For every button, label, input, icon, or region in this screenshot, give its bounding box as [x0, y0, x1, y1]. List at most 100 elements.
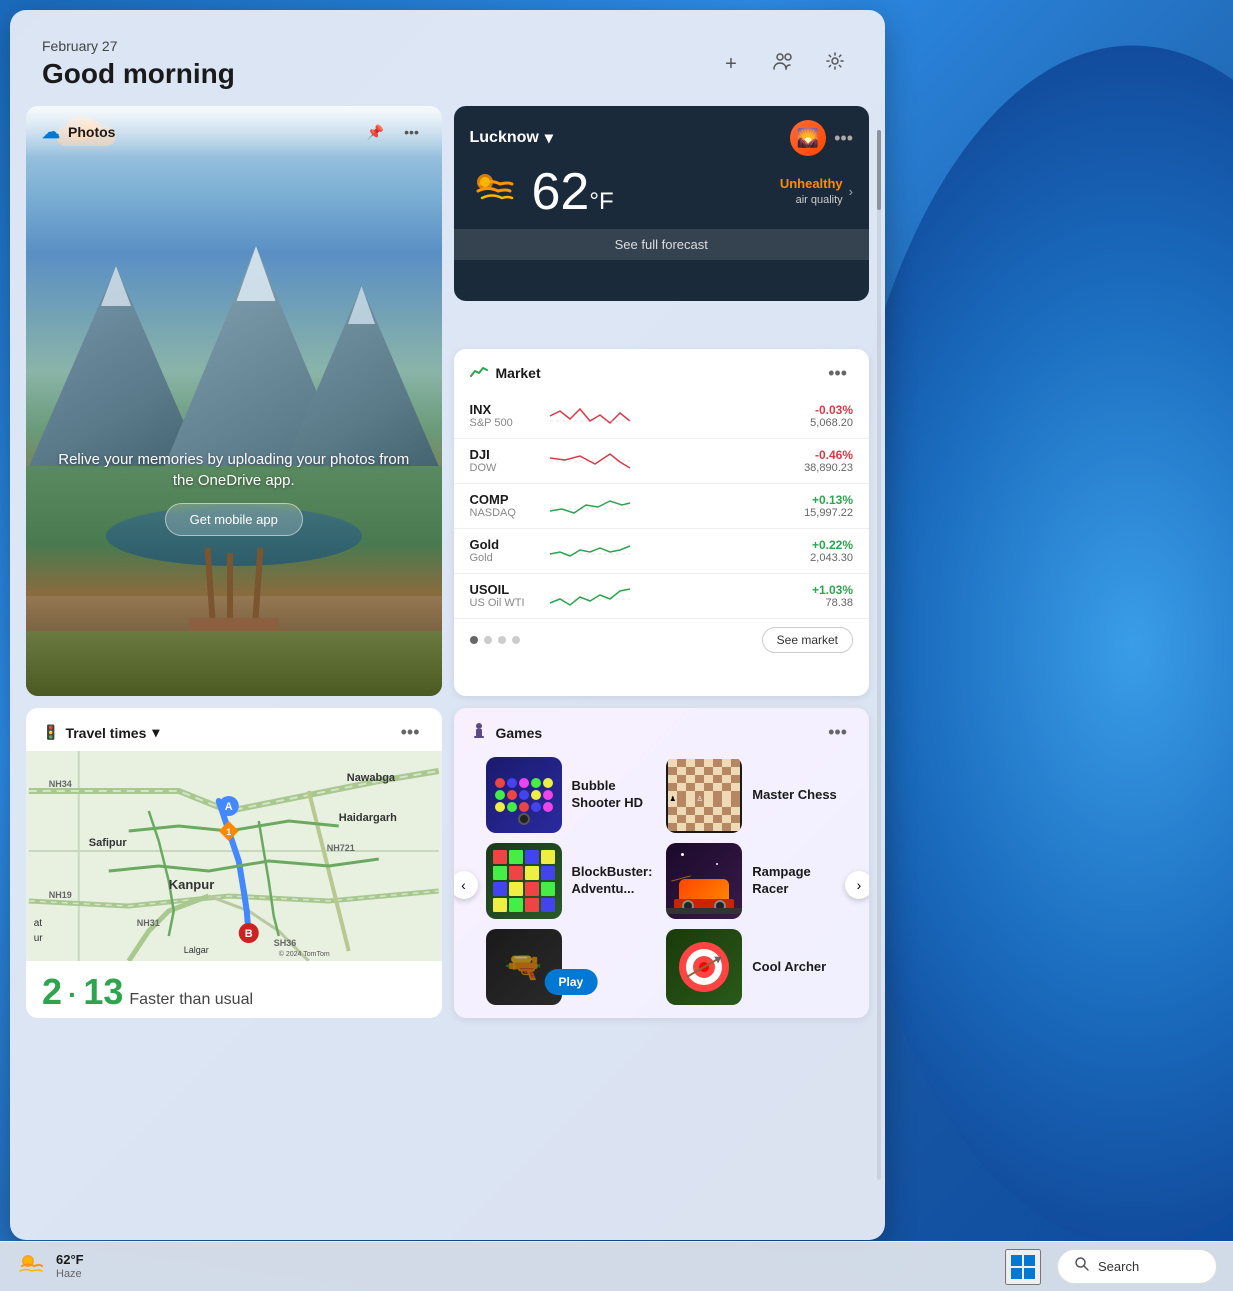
photos-more-button[interactable]: •••: [398, 118, 426, 146]
stock-row-comp[interactable]: COMP NASDAQ +0.13% 15,997.22: [454, 484, 870, 529]
game-item-archer[interactable]: Cool Archer: [666, 929, 837, 1005]
market-more-button[interactable]: •••: [822, 361, 853, 386]
taskbar: 62°F Haze Search: [0, 1241, 1233, 1291]
add-icon: +: [725, 53, 737, 76]
traffic-icon: 🚦: [42, 724, 59, 741]
panel-scrollbar[interactable]: [877, 130, 881, 1180]
weather-temp-section: 62°F: [532, 166, 614, 218]
game-item-racer[interactable]: Rampage Racer: [666, 843, 837, 919]
stock-usoil-chart: [550, 581, 764, 611]
travel-chevron-icon: ▾: [152, 724, 159, 741]
stock-inx-chart: [550, 401, 764, 431]
snow-3: [339, 286, 384, 324]
weather-header: Lucknow ▾ 🌄 •••: [454, 106, 870, 164]
svg-text:NH721: NH721: [327, 843, 355, 853]
dock-leg-left: [204, 548, 215, 618]
taskbar-weather[interactable]: 62°F Haze: [16, 1249, 84, 1284]
stock-row-dji[interactable]: DJI DOW -0.46% 38,890.23: [454, 439, 870, 484]
svg-text:© 2024 TomTom: © 2024 TomTom: [279, 950, 330, 958]
svg-text:NH31: NH31: [137, 918, 160, 928]
game-play-button[interactable]: Play: [545, 969, 598, 995]
search-icon: [1074, 1256, 1090, 1277]
svg-text:Safipur: Safipur: [89, 837, 128, 849]
stock-gold-change: +0.22% 2,043.30: [763, 538, 853, 564]
stock-row-inx[interactable]: INX S&P 500 -0.03% 5,068.20: [454, 394, 870, 439]
svg-text:B: B: [245, 928, 253, 940]
svg-text:Nawabga: Nawabga: [347, 772, 396, 784]
photos-title: ☁ Photos: [42, 122, 115, 143]
dock-leg-right: [252, 548, 263, 618]
travel-title[interactable]: 🚦 Travel times ▾: [42, 724, 159, 741]
stock-inx-change: -0.03% 5,068.20: [763, 403, 853, 429]
weather-location[interactable]: Lucknow ▾: [470, 128, 553, 148]
travel-widget: 🚦 Travel times ▾ •••: [26, 708, 442, 1018]
play-button-container: Play: [545, 969, 598, 995]
stock-usoil-change: +1.03% 78.38: [763, 583, 853, 609]
game-thumb-bubble: [486, 757, 562, 833]
market-title-label: Market: [496, 365, 541, 381]
foreground-grass: [26, 631, 442, 696]
games-title: Games: [470, 722, 543, 743]
market-dot-3: [498, 636, 506, 644]
see-market-button[interactable]: See market: [762, 627, 853, 653]
weather-location-name: Lucknow: [470, 129, 539, 147]
game-name-archer: Cool Archer: [752, 959, 826, 976]
game-thumb-archer: [666, 929, 742, 1005]
greeting-section: February 27 Good morning: [42, 38, 235, 90]
games-next-button[interactable]: ›: [845, 871, 869, 899]
search-bar[interactable]: Search: [1057, 1249, 1217, 1284]
svg-text:at: at: [34, 918, 43, 929]
stock-row-gold[interactable]: Gold Gold +0.22% 2,043.30: [454, 529, 870, 574]
stock-dji-chart: [550, 446, 764, 476]
market-dots: [470, 636, 520, 644]
photos-actions: 📌 •••: [362, 118, 426, 146]
onedrive-icon: ☁: [42, 122, 60, 143]
game-name-chess: Master Chess: [752, 787, 837, 804]
taskbar-weather-icon: [16, 1249, 48, 1284]
market-dot-2: [484, 636, 492, 644]
game-item-blockbuster[interactable]: BlockBuster: Adventu...: [486, 843, 657, 919]
stock-dji-name: DJI DOW: [470, 447, 550, 474]
weather-main: 62°F Unhealthy air quality ›: [454, 164, 870, 229]
weather-aqi[interactable]: Unhealthy air quality ›: [780, 176, 853, 207]
games-header: Games •••: [454, 708, 870, 753]
market-footer: See market: [454, 619, 870, 661]
add-button[interactable]: +: [713, 46, 749, 82]
game-thumb-racer: [666, 843, 742, 919]
travel-more-button[interactable]: •••: [395, 720, 426, 745]
user-avatar: 🌄: [790, 120, 826, 156]
travel-minutes: 13: [83, 971, 123, 1013]
game-item-play[interactable]: 🔫 Play: [486, 929, 657, 1005]
panel-header: February 27 Good morning +: [10, 10, 885, 106]
weather-more-button[interactable]: •••: [834, 128, 853, 149]
stock-row-usoil[interactable]: USOIL US Oil WTI +1.03% 78.38: [454, 574, 870, 619]
settings-button[interactable]: [817, 46, 853, 82]
market-title: Market: [470, 364, 541, 383]
get-app-button[interactable]: Get mobile app: [165, 503, 303, 536]
game-item-bubble[interactable]: Bubble Shooter HD: [486, 757, 657, 833]
stock-gold-chart: [550, 536, 764, 566]
game-name-blockbuster: BlockBuster: Adventu...: [572, 864, 657, 898]
game-item-chess[interactable]: ♟♙ Master Chess: [666, 757, 837, 833]
profile-button[interactable]: [765, 46, 801, 82]
weather-aqi-text: Unhealthy air quality: [780, 176, 843, 207]
games-widget: Games ••• ‹ ›: [454, 708, 870, 1018]
games-icon: [470, 722, 488, 743]
photos-overlay-section: Relive your memories by uploading your p…: [26, 449, 442, 536]
stock-inx-name: INX S&P 500: [470, 402, 550, 429]
games-more-button[interactable]: •••: [822, 720, 853, 745]
travel-info: 2 · 13 Faster than usual: [26, 961, 442, 1018]
market-widget: Market ••• INX S&P 500 -0.03%: [454, 349, 870, 697]
settings-icon: [825, 51, 845, 77]
taskbar-weather-info: 62°F Haze: [56, 1252, 84, 1281]
panel-date: February 27: [42, 38, 235, 54]
market-icon: [470, 364, 488, 383]
panel-greeting: Good morning: [42, 58, 235, 90]
svg-text:NH19: NH19: [49, 890, 72, 900]
svg-text:A: A: [225, 801, 233, 813]
photos-background: Relive your memories by uploading your p…: [26, 106, 442, 696]
windows-start-button[interactable]: [1005, 1249, 1041, 1285]
photos-pin-button[interactable]: 📌: [362, 118, 390, 146]
widget-panel: February 27 Good morning +: [10, 10, 885, 1240]
see-forecast-button[interactable]: See full forecast: [454, 229, 870, 260]
